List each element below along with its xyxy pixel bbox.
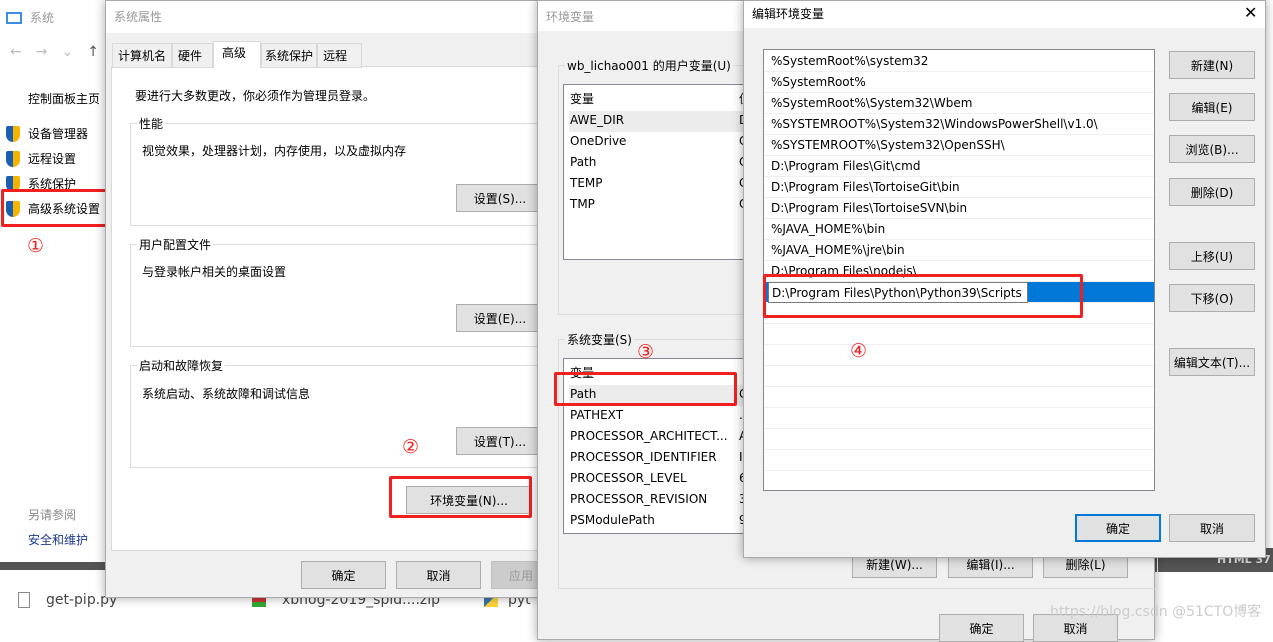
user-vars-list[interactable]: 变量 值 AWE_DIR OneDrive Path TEMP TMP D C …	[563, 84, 753, 260]
list-item[interactable]: PROCESSOR_REVISION	[570, 492, 707, 506]
tab-remote[interactable]: 远程	[317, 43, 363, 68]
shield-icon	[6, 125, 20, 142]
file-icon	[18, 592, 30, 608]
list-item[interactable]: %SYSTEMROOT%\System32\WindowsPowerShell\…	[764, 114, 1154, 135]
list-item[interactable]: Path	[570, 155, 596, 169]
divider	[0, 562, 106, 570]
highlight-box	[389, 476, 532, 518]
cancel-button[interactable]: 取消	[396, 561, 481, 589]
annotation-4: ④	[850, 340, 868, 362]
browse-button[interactable]: 浏览(B)...	[1169, 135, 1255, 163]
security-link[interactable]: 安全和维护	[28, 531, 88, 548]
list-item[interactable]: PROCESSOR_LEVEL	[570, 471, 687, 485]
dialog-title: 环境变量	[546, 10, 595, 24]
path-entries-list[interactable]: %SystemRoot%\system32 %SystemRoot% %Syst…	[763, 49, 1155, 491]
edit-text-button[interactable]: 编辑文本(T)...	[1169, 348, 1255, 376]
annotation-3: ③	[637, 341, 655, 363]
download-item[interactable]: get-pip.py	[18, 592, 117, 608]
edit-button[interactable]: 编辑(E)	[1169, 93, 1255, 121]
annotation-2: ②	[402, 436, 420, 458]
control-panel-home-link[interactable]: 控制面板主页	[28, 90, 100, 107]
list-item[interactable]: D:\Program Files\TortoiseGit\bin	[764, 177, 1154, 198]
ok-button[interactable]: 确定	[939, 614, 1024, 642]
column-header-variable[interactable]: 变量	[570, 90, 594, 107]
list-item[interactable]: D:\Program Files\Git\cmd	[764, 156, 1154, 177]
highlight-box	[763, 274, 1083, 318]
sidebar-item-remote[interactable]: 远程设置	[6, 150, 76, 167]
list-item[interactable]: PATHEXT	[570, 408, 623, 422]
list-item[interactable]: %SystemRoot%\system32	[764, 51, 1154, 72]
list-item[interactable]: %SystemRoot%	[764, 72, 1154, 93]
list-item[interactable]: PSModulePath	[570, 513, 655, 527]
list-item[interactable]: D:\Program Files\TortoiseSVN\bin	[764, 198, 1154, 219]
tab-hardware[interactable]: 硬件	[172, 43, 214, 68]
ok-button[interactable]: 确定	[301, 561, 386, 589]
shield-icon	[6, 150, 20, 167]
computer-icon	[6, 11, 22, 24]
dialog-title: 编辑环境变量	[752, 7, 825, 21]
highlight-box	[554, 372, 737, 406]
tab-system-protection[interactable]: 系统保护	[261, 43, 318, 68]
ok-button[interactable]: 确定	[1075, 514, 1161, 542]
see-also-label: 另请参阅	[28, 508, 77, 522]
list-item[interactable]: PROCESSOR_ARCHITECT...	[570, 429, 728, 443]
close-icon[interactable]: ✕	[1244, 3, 1257, 22]
new-button[interactable]: 新建(N)	[1169, 51, 1255, 79]
tab-advanced[interactable]: 高级	[213, 41, 262, 68]
list-item[interactable]: %SYSTEMROOT%\System32\OpenSSH\	[764, 135, 1154, 156]
explorer-window: 系统 ←→⌄↑ 控制面板主页 设备管理器 远程设置 系统保护 高级系统设置 另请…	[0, 0, 106, 570]
list-item[interactable]: %JAVA_HOME%\bin	[764, 219, 1154, 240]
list-item[interactable]: AWE_DIR	[570, 113, 624, 127]
sidebar-item-device-manager[interactable]: 设备管理器	[6, 125, 88, 142]
profile-settings-button[interactable]: 设置(E)...	[456, 304, 544, 332]
list-item[interactable]: PROCESSOR_IDENTIFIER	[570, 450, 717, 464]
performance-settings-button[interactable]: 设置(S)...	[456, 184, 544, 212]
move-down-button[interactable]: 下移(O)	[1169, 284, 1255, 312]
list-item[interactable]: %SystemRoot%\System32\Wbem	[764, 93, 1154, 114]
nav-arrows[interactable]: ←→⌄↑	[10, 44, 113, 60]
list-item[interactable]: TEMP	[570, 176, 603, 190]
watermark: https://blog.csdn @51CTO博客	[1050, 604, 1262, 620]
startup-settings-button[interactable]: 设置(T)...	[456, 427, 544, 455]
tab-bar: 计算机名 硬件 高级 系统保护 远程	[112, 41, 363, 68]
tab-computer-name[interactable]: 计算机名	[112, 43, 173, 68]
list-item[interactable]: TMP	[570, 197, 595, 211]
delete-button[interactable]: 删除(D)	[1169, 178, 1255, 206]
dialog-title: 系统属性	[114, 10, 163, 24]
cancel-button[interactable]: 取消	[1169, 514, 1255, 542]
annotation-1: ①	[27, 235, 45, 257]
highlight-box	[1, 189, 108, 227]
explorer-title: 系统	[6, 9, 54, 26]
list-item[interactable]: OneDrive	[570, 134, 626, 148]
admin-note: 要进行大多数更改，你必须作为管理员登录。	[135, 89, 376, 103]
move-up-button[interactable]: 上移(U)	[1169, 242, 1255, 270]
list-item[interactable]: %JAVA_HOME%\jre\bin	[764, 240, 1154, 261]
